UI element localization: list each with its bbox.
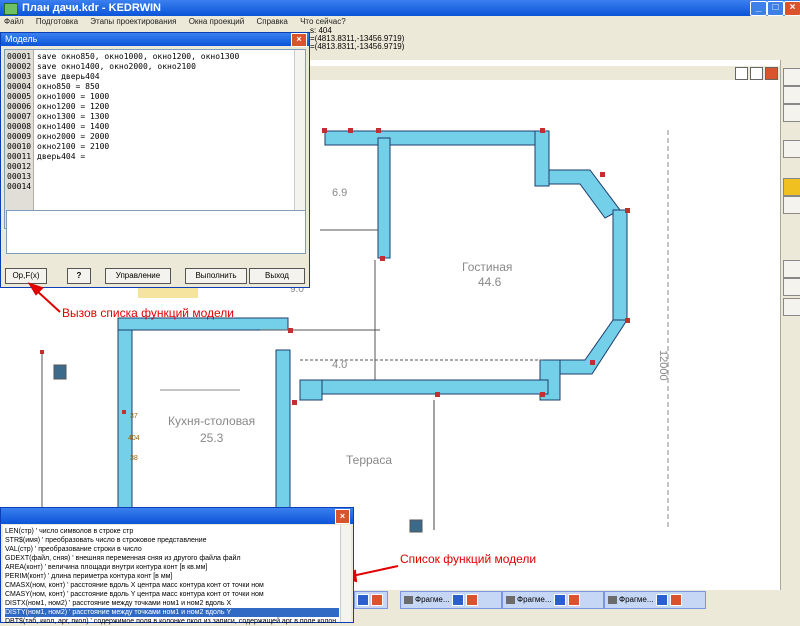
function-list-scrollbar[interactable] [340,525,351,622]
fragment-icon [404,595,413,604]
function-item[interactable]: VAL(стр) ' преобразование строки в число [5,545,339,554]
fragment-restore-button[interactable] [553,593,566,606]
fragment-restore-button[interactable] [451,593,464,606]
fragment-close-button[interactable] [669,593,682,606]
function-list-window: × LEN(стр) ' число символов в строке стр… [0,507,354,625]
fragment-tab-3[interactable]: Фрагме... [604,591,706,609]
fragment-icon [506,595,515,604]
fragment-tab-1[interactable]: Фрагме... [400,591,502,609]
fragment-tab-label: Фрагме... [619,595,654,604]
function-item[interactable]: AREA(конт) ' величина площади внутри кон… [5,563,339,572]
fragment-close-button[interactable] [465,593,478,606]
function-item[interactable]: LEN(стр) ' число символов в строке стр [5,527,339,536]
function-item[interactable]: CMASX(ном, конт) ' расстояние вдоль X це… [5,581,339,590]
function-item[interactable]: DISTX(ном1, ном2) ' расстояние между точ… [5,599,339,608]
function-window-title: × [1,508,353,524]
function-item[interactable]: GDEXT(файл, сняя) ' внешняя переменная с… [5,554,339,563]
function-list[interactable]: LEN(стр) ' число символов в строке стр S… [3,525,351,625]
fragment-tab-2[interactable]: Фрагме... [502,591,604,609]
fragment-tab-label: Фрагме... [415,595,450,604]
function-item[interactable]: CMASY(ном, конт) ' расстояние вдоль Y це… [5,590,339,599]
function-item[interactable]: DBT$(таб, ккол, арг, пкол) ' содержимое … [5,617,339,626]
fragment-restore-button[interactable] [655,593,668,606]
function-window-close-button[interactable]: × [335,509,350,524]
function-item[interactable]: STR$(имя) ' преобразовать число в строко… [5,536,339,545]
function-item[interactable]: PERIM(конт) ' длина периметра контура ко… [5,572,339,581]
annotation-function-list: Список функций модели [400,552,537,566]
fragment-restore-button[interactable] [357,593,369,606]
fragment-window-controls [354,591,388,609]
fragment-icon [608,595,617,604]
fragment-close-button[interactable] [371,593,383,606]
fragment-close-button[interactable] [567,593,580,606]
function-item-selected[interactable]: DISTY(ном1, ном2) ' расстояние между точ… [5,608,339,617]
annotation-call-functions: Вызов списка функций модели [62,306,234,320]
fragment-tab-label: Фрагме... [517,595,552,604]
